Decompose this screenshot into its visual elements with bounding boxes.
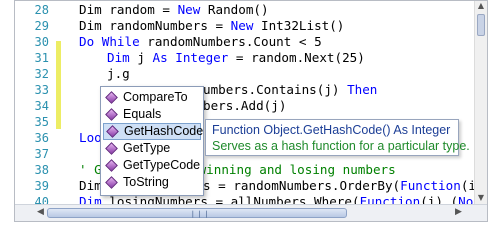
line-number: 32	[34, 67, 49, 81]
line-number: 33	[34, 83, 49, 97]
completion-item-selected[interactable]: GetHashCode	[103, 123, 203, 140]
code-line-30: Do While randomNumbers.Count < 5	[79, 34, 322, 49]
method-icon	[105, 176, 118, 189]
line-number: 35	[34, 115, 49, 129]
code-line-29: Dim randomNumbers = New Int32List()	[79, 18, 345, 33]
method-icon	[105, 142, 118, 155]
completion-item[interactable]: Equals	[103, 106, 201, 123]
grip-icon: ❘❘❘	[190, 210, 211, 218]
line-number: 30	[34, 35, 49, 49]
code-line-36: Loo	[79, 130, 102, 145]
horizontal-scroll-thumb[interactable]: ❘❘❘	[47, 208, 347, 218]
quick-info-tooltip: Function Object.GetHashCode() As Integer…	[205, 119, 470, 156]
line-number: 37	[34, 147, 49, 161]
arrow-right-icon[interactable]: ▶	[455, 207, 462, 217]
line-number: 28	[34, 3, 49, 17]
completion-item[interactable]: GetTypeCode	[103, 157, 201, 174]
code-line-37: ' G winning and losing numbers	[79, 162, 396, 177]
change-marker	[56, 41, 61, 129]
arrow-down-icon[interactable]: ▼	[476, 193, 486, 202]
code-line-33-partial: umbers.Contains(j) Then	[203, 82, 378, 97]
code-line-31: Dim j As Integer = random.Next(25)	[107, 50, 365, 65]
intellisense-completion-list[interactable]: CompareTo Equals GetHashCode GetType Get…	[100, 86, 204, 196]
line-number: 36	[34, 131, 49, 145]
method-icon	[105, 108, 118, 121]
tooltip-signature: Function Object.GetHashCode() As Integer	[212, 123, 451, 137]
tooltip-description: Serves as a hash function for a particul…	[212, 139, 470, 153]
line-number: 29	[34, 19, 49, 33]
code-editor[interactable]: 28 29 30 31 32 33 34 35 36 37 38 39 40 D…	[14, 0, 488, 222]
method-icon	[106, 125, 119, 138]
line-number: 39	[34, 179, 49, 193]
code-line-28: Dim random = New Random()	[79, 2, 269, 17]
method-icon	[105, 91, 118, 104]
completion-item[interactable]: CompareTo	[103, 89, 201, 106]
arrow-up-icon[interactable]: ▲	[476, 1, 486, 10]
arrow-left-icon[interactable]: ◀	[37, 207, 44, 217]
completion-item[interactable]: GetType	[103, 140, 201, 157]
horizontal-scrollbar[interactable]: ◀ ❘❘❘ ▶	[15, 204, 487, 221]
code-line-34-partial: bers.Add(j)	[203, 98, 287, 113]
line-number: 38	[34, 163, 49, 177]
vertical-scroll-thumb[interactable]	[477, 14, 485, 36]
line-number: 34	[34, 99, 49, 113]
completion-item[interactable]: ToString	[103, 174, 201, 191]
code-line-32-current: j.g	[107, 66, 130, 81]
method-icon	[105, 159, 118, 172]
line-number: 31	[34, 51, 49, 65]
line-number-gutter: 28 29 30 31 32 33 34 35 36 37 38 39 40	[15, 1, 63, 209]
vertical-scrollbar[interactable]: ▲ ▼	[474, 1, 487, 206]
